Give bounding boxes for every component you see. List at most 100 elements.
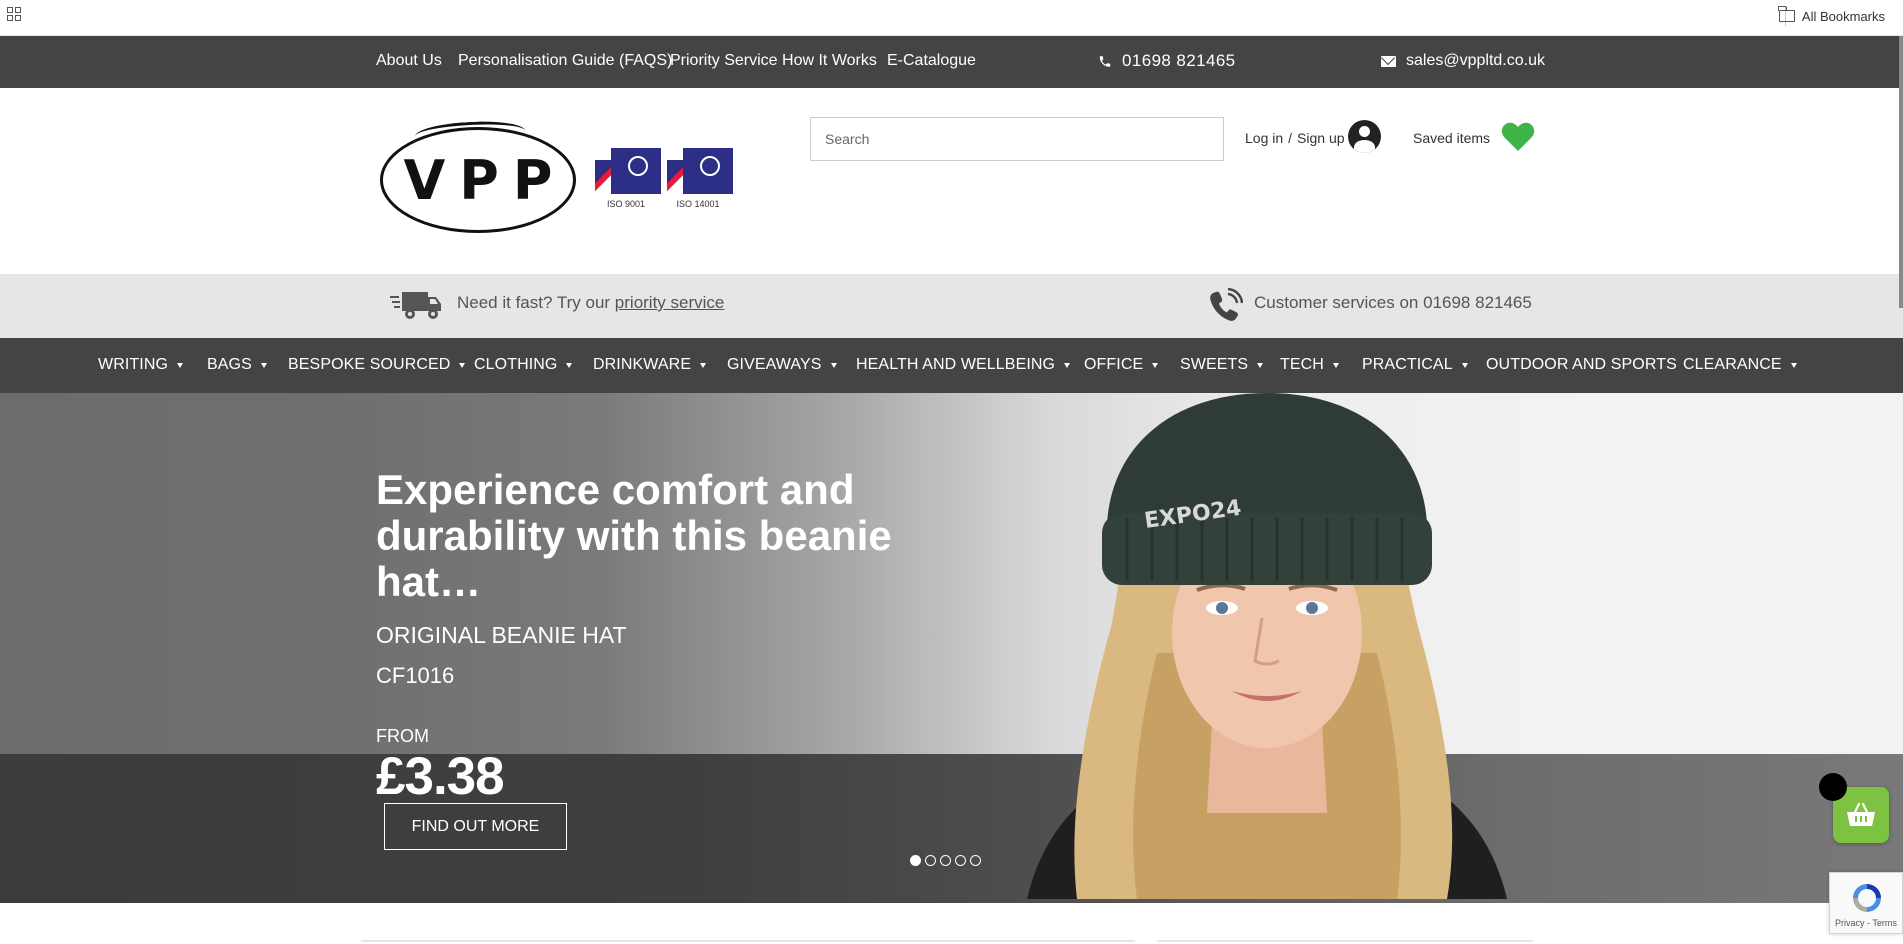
login-link[interactable]: Log in xyxy=(1245,130,1283,146)
e-catalogue-link[interactable]: E-Catalogue xyxy=(887,52,976,70)
folder-icon xyxy=(1778,6,1795,22)
priority-service-link[interactable]: Priority Service How It Works xyxy=(670,52,877,70)
basket-icon xyxy=(1847,802,1875,826)
phone-icon xyxy=(1099,55,1111,67)
personalisation-guide-link[interactable]: Personalisation Guide (FAQS) xyxy=(458,52,672,70)
nav-item-bespoke-sourced[interactable]: BESPOKE SOURCED xyxy=(288,356,466,374)
content-divider xyxy=(1157,940,1533,942)
site-header: VPP ISO 9001 ISO 14001 Log in / Sign up … xyxy=(0,88,1903,274)
all-bookmarks-label: All Bookmarks xyxy=(1801,8,1885,24)
nav-item-outdoor-and-sports[interactable]: OUTDOOR AND SPORTS xyxy=(1486,356,1677,374)
nav-label: SWEETS xyxy=(1180,356,1249,373)
recaptcha-links: Privacy - Terms xyxy=(1835,918,1897,928)
top-phone[interactable]: 01698 821465 xyxy=(1098,51,1236,71)
user-icon[interactable] xyxy=(1348,120,1381,153)
basket-count-badge xyxy=(1819,773,1847,801)
nav-item-writing[interactable]: WRITING xyxy=(98,356,184,374)
nav-label: CLOTHING xyxy=(474,356,558,373)
cert-label: ISO 14001 xyxy=(676,199,720,209)
recaptcha-badge[interactable]: Privacy - Terms xyxy=(1829,872,1903,934)
caret-down-icon xyxy=(260,362,267,368)
nav-label: WRITING xyxy=(98,356,169,373)
caret-down-icon xyxy=(459,362,466,368)
envelope-icon xyxy=(1381,55,1396,67)
saved-items-label[interactable]: Saved items xyxy=(1413,130,1490,146)
nav-label: CLEARANCE xyxy=(1683,356,1782,373)
hero-title: Experience comfort and durability with t… xyxy=(376,466,892,605)
nav-label: TECH xyxy=(1280,356,1324,373)
nav-label: BESPOKE SOURCED xyxy=(288,356,451,373)
caret-down-icon xyxy=(1332,362,1339,368)
service-strip: Need it fast? Try our priority service C… xyxy=(0,274,1903,338)
hero-from-label: FROM xyxy=(376,726,429,746)
nav-item-practical[interactable]: PRACTICAL xyxy=(1362,356,1468,374)
ukas-badge-icon xyxy=(663,148,733,196)
search-input[interactable] xyxy=(810,117,1224,161)
priority-promo: Need it fast? Try our priority service xyxy=(457,293,724,313)
nav-item-health-and-wellbeing[interactable]: HEALTH AND WELLBEING xyxy=(856,356,1071,374)
caret-down-icon xyxy=(1461,362,1468,368)
recaptcha-terms-link[interactable]: Terms xyxy=(1872,918,1897,928)
cert-label: ISO 9001 xyxy=(606,199,646,209)
priority-promo-text: Need it fast? Try our xyxy=(457,293,615,312)
nav-item-sweets[interactable]: SWEETS xyxy=(1180,356,1264,374)
hero-banner: EXPO24 Experience comfort and durability… xyxy=(0,393,1903,903)
iso-14001-cert: ISO 14001 xyxy=(663,148,733,218)
about-us-link[interactable]: About Us xyxy=(376,52,442,70)
slider-dot[interactable] xyxy=(925,855,936,866)
signup-link[interactable]: Sign up xyxy=(1297,130,1344,146)
hero-dark-band xyxy=(0,754,1903,903)
find-out-more-button[interactable]: FIND OUT MORE xyxy=(384,803,567,850)
caret-down-icon xyxy=(566,362,573,368)
main-nav: WRITING BAGS BESPOKE SOURCED CLOTHING DR… xyxy=(0,338,1903,393)
ukas-badge-icon xyxy=(591,148,661,196)
nav-item-clothing[interactable]: CLOTHING xyxy=(474,356,573,374)
caret-down-icon xyxy=(1152,362,1159,368)
top-phone-number: 01698 821465 xyxy=(1122,51,1236,70)
vpp-logo[interactable]: VPP xyxy=(380,127,576,233)
nav-item-clearance[interactable]: CLEARANCE xyxy=(1683,356,1797,374)
phone-ring-icon xyxy=(1210,288,1243,321)
caret-down-icon xyxy=(177,362,184,368)
nav-label: OFFICE xyxy=(1084,356,1144,373)
heart-icon[interactable] xyxy=(1501,122,1535,152)
nav-label: OUTDOOR AND SPORTS xyxy=(1486,356,1677,373)
caret-down-icon xyxy=(700,362,707,368)
page-scrollbar[interactable] xyxy=(1899,36,1903,308)
content-divider xyxy=(361,940,1135,942)
van-icon xyxy=(390,292,441,319)
slider-dot[interactable] xyxy=(940,855,951,866)
nav-label: GIVEAWAYS xyxy=(727,356,822,373)
caret-down-icon xyxy=(1790,362,1797,368)
priority-service-promo-link[interactable]: priority service xyxy=(615,293,725,312)
recaptcha-privacy-link[interactable]: Privacy xyxy=(1835,918,1865,928)
nav-label: HEALTH AND WELLBEING xyxy=(856,356,1056,373)
nav-label: DRINKWARE xyxy=(593,356,692,373)
customer-services-text[interactable]: Customer services on 01698 821465 xyxy=(1254,293,1532,313)
nav-item-giveaways[interactable]: GIVEAWAYS xyxy=(727,356,837,374)
slider-dot[interactable] xyxy=(970,855,981,866)
caret-down-icon xyxy=(1257,362,1264,368)
apps-icon[interactable] xyxy=(7,7,21,21)
slider-dot[interactable] xyxy=(955,855,966,866)
slider-dot[interactable] xyxy=(910,855,921,866)
nav-item-bags[interactable]: BAGS xyxy=(207,356,267,374)
model-beanie-image: EXPO24 xyxy=(1027,393,1507,899)
nav-item-tech[interactable]: TECH xyxy=(1280,356,1339,374)
login-signup: Log in / Sign up xyxy=(1245,130,1345,146)
login-separator: / xyxy=(1288,130,1293,146)
caret-down-icon xyxy=(1064,362,1071,368)
iso-9001-cert: ISO 9001 xyxy=(591,148,661,218)
top-utility-bar: About Us Personalisation Guide (FAQS) Pr… xyxy=(0,36,1903,88)
recaptcha-icon xyxy=(1853,884,1881,912)
slider-dots xyxy=(910,855,981,866)
all-bookmarks-button[interactable]: All Bookmarks xyxy=(1778,6,1885,26)
nav-item-office[interactable]: OFFICE xyxy=(1084,356,1159,374)
hero-price: £3.38 xyxy=(376,747,505,806)
top-email-link[interactable]: sales@vppltd.co.uk xyxy=(1406,52,1545,70)
nav-label: PRACTICAL xyxy=(1362,356,1453,373)
top-email[interactable]: sales@vppltd.co.uk xyxy=(1381,52,1545,70)
nav-item-drinkware[interactable]: DRINKWARE xyxy=(593,356,707,374)
nav-label: BAGS xyxy=(207,356,252,373)
hero-product-code: CF1016 xyxy=(376,663,455,688)
